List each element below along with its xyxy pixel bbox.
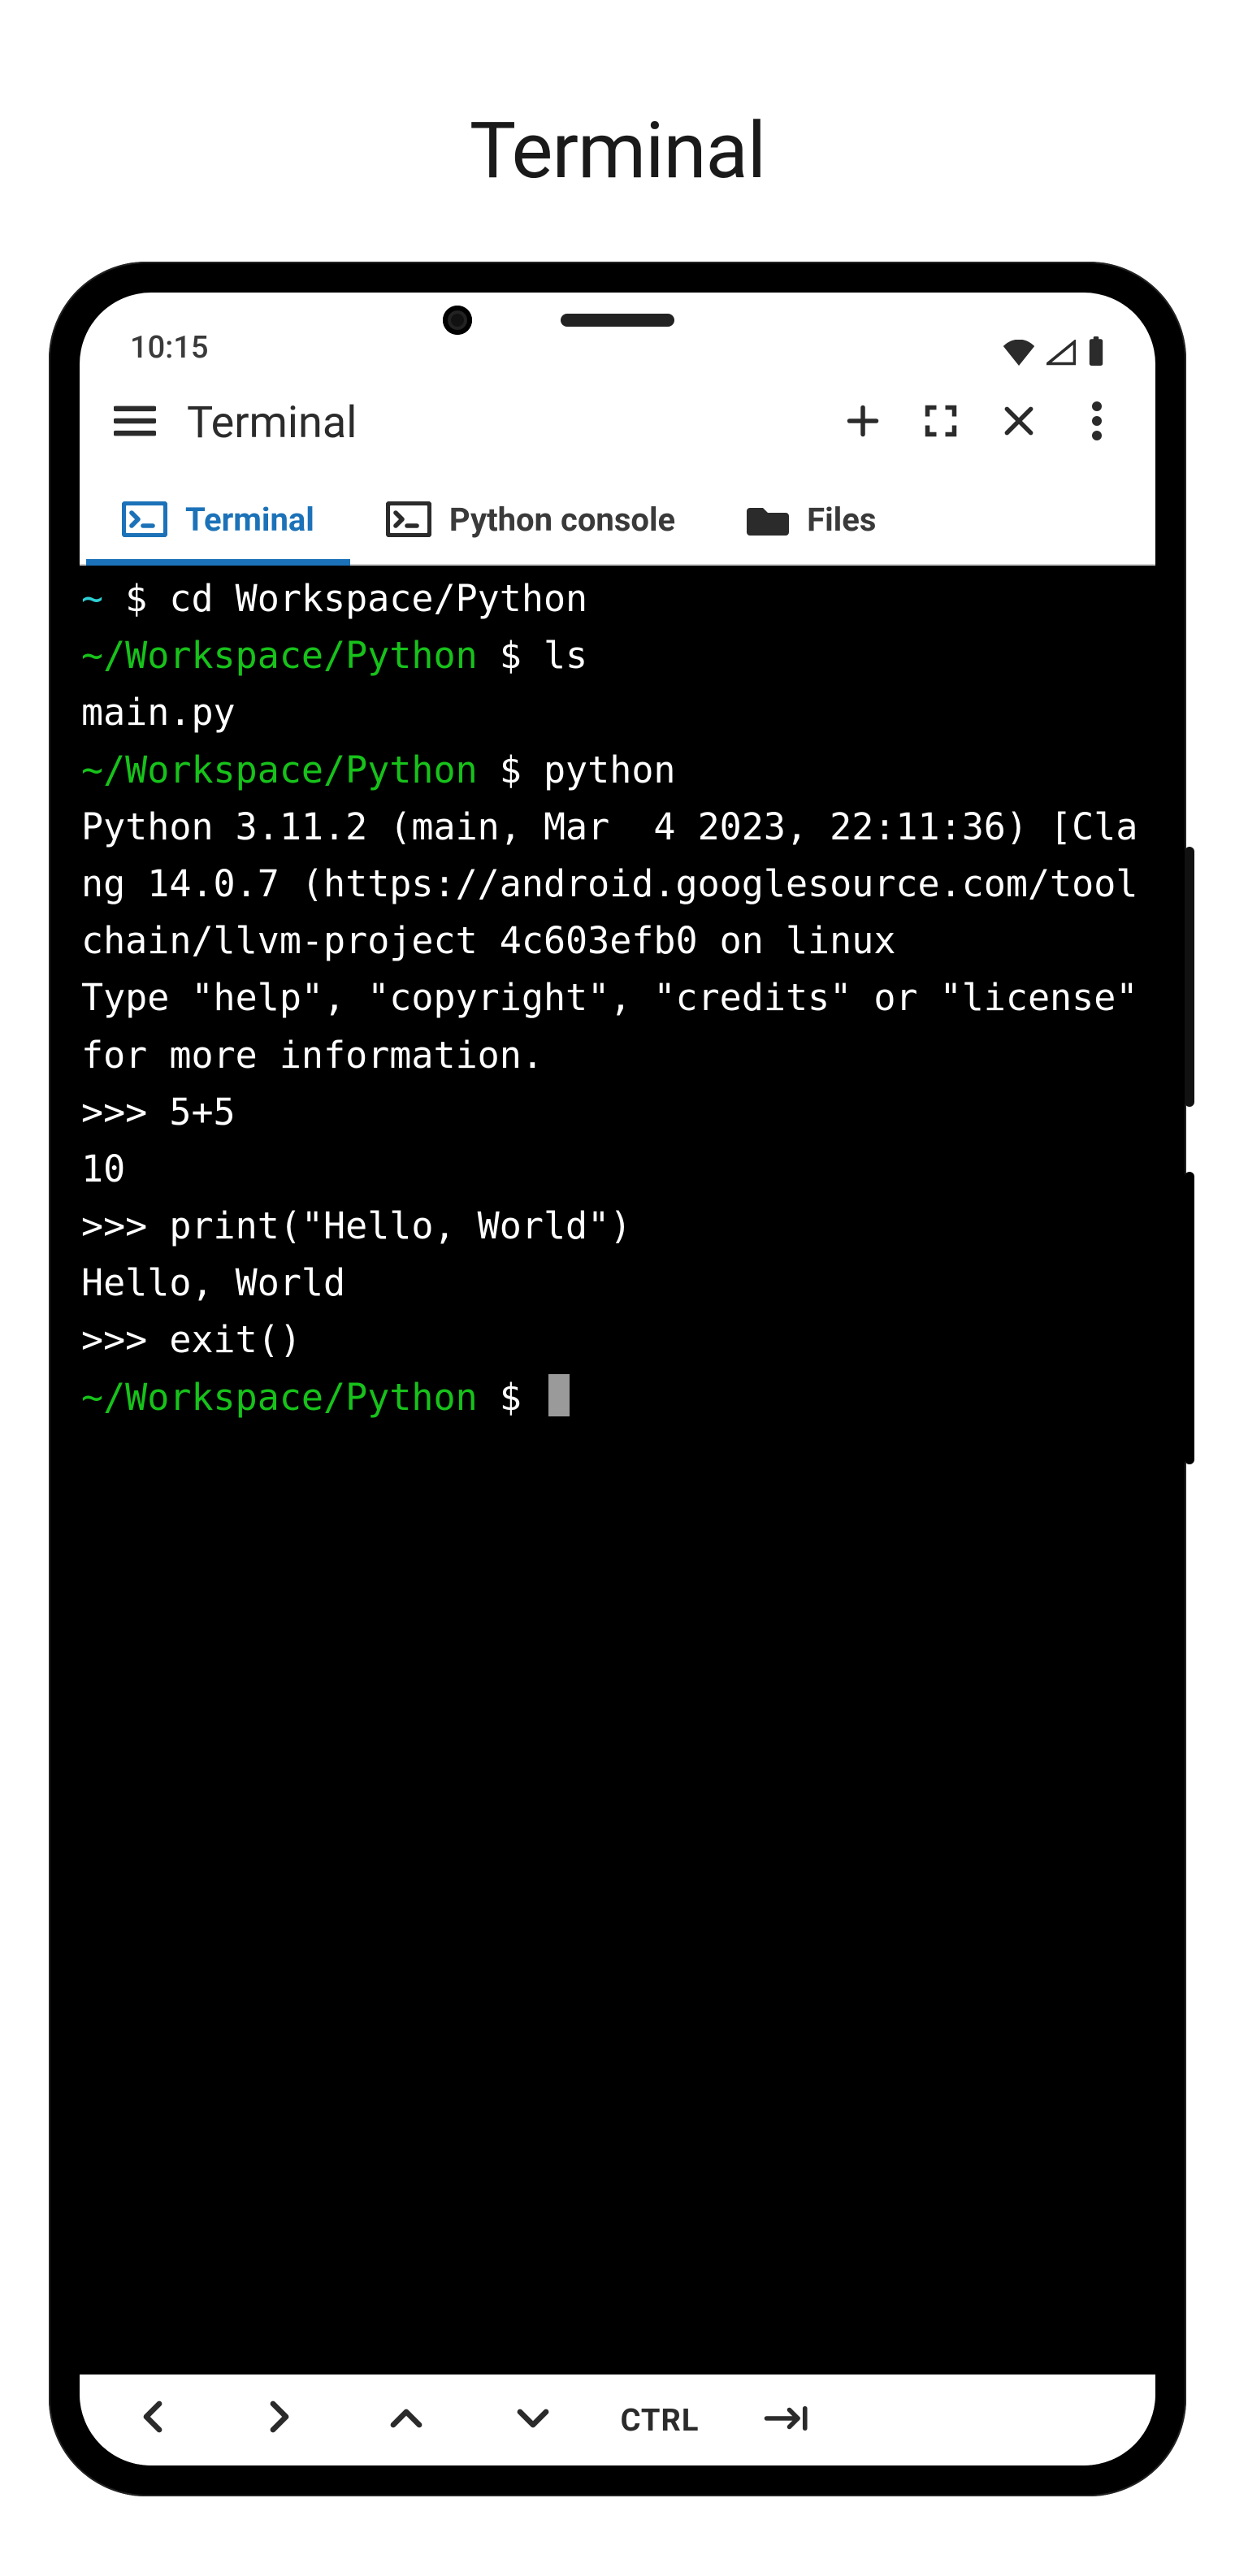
terminal-segment: >>> exit() bbox=[81, 1318, 301, 1361]
terminal-line: ~/Workspace/Python $ python bbox=[81, 742, 1154, 799]
terminal-segment: main.py bbox=[81, 691, 236, 734]
fullscreen-button[interactable] bbox=[902, 384, 980, 462]
terminal-line: ~/Workspace/Python $ ls bbox=[81, 627, 1154, 684]
terminal-segment: >>> print("Hello, World") bbox=[81, 1204, 631, 1247]
phone-speaker bbox=[561, 314, 674, 327]
plus-icon bbox=[845, 403, 881, 442]
phone-power-button bbox=[1185, 1172, 1194, 1464]
key-left[interactable] bbox=[91, 2382, 214, 2460]
terminal-line: >>> exit() bbox=[81, 1312, 1154, 1368]
key-down[interactable] bbox=[471, 2382, 595, 2460]
terminal-segment: Python 3.11.2 (main, Mar 4 2023, 22:11:3… bbox=[81, 805, 1138, 962]
tab-bar: Terminal Python console Files bbox=[80, 475, 1155, 566]
fullscreen-icon bbox=[923, 403, 959, 442]
terminal-segment: $ python bbox=[478, 748, 676, 791]
key-tab[interactable] bbox=[725, 2382, 848, 2460]
tab-label: Terminal bbox=[185, 501, 314, 539]
key-right[interactable] bbox=[218, 2382, 341, 2460]
terminal-segment: >>> 5+5 bbox=[81, 1091, 236, 1134]
terminal-segment: ~/Workspace/Python bbox=[81, 748, 478, 791]
terminal-segment: $ bbox=[478, 1376, 544, 1419]
terminal-segment: $ ls bbox=[478, 634, 587, 677]
terminal-line: ~ $ cd Workspace/Python bbox=[81, 570, 1154, 627]
new-tab-button[interactable] bbox=[824, 384, 902, 462]
signal-icon bbox=[1046, 340, 1076, 366]
close-button[interactable] bbox=[980, 384, 1058, 462]
page-heading: Terminal bbox=[0, 106, 1235, 197]
phone-volume-button bbox=[1185, 847, 1194, 1107]
extra-keys-row: CTRL bbox=[80, 2374, 1155, 2465]
terminal-segment: ~/Workspace/Python bbox=[81, 1376, 478, 1419]
chevron-down-icon bbox=[517, 2401, 549, 2439]
tab-arrow-icon bbox=[764, 2401, 809, 2439]
terminal-segment: Type "help", "copyright", "credits" or "… bbox=[81, 976, 1155, 1076]
terminal-output[interactable]: ~ $ cd Workspace/Python~/Workspace/Pytho… bbox=[80, 566, 1155, 2374]
terminal-line: ~/Workspace/Python $ bbox=[81, 1369, 1154, 1426]
status-bar: 10:15 bbox=[80, 293, 1155, 371]
phone-frame: 10:15 bbox=[49, 262, 1186, 2496]
status-icons bbox=[1003, 336, 1105, 366]
terminal-line: >>> 5+5 bbox=[81, 1084, 1154, 1141]
terminal-icon bbox=[386, 501, 431, 537]
terminal-line: Hello, World bbox=[81, 1255, 1154, 1312]
menu-button[interactable] bbox=[96, 384, 174, 462]
tab-terminal[interactable]: Terminal bbox=[86, 475, 350, 564]
terminal-line: >>> print("Hello, World") bbox=[81, 1198, 1154, 1255]
terminal-segment: ~/Workspace/Python bbox=[81, 634, 478, 677]
key-up[interactable] bbox=[344, 2382, 468, 2460]
terminal-line: Type "help", "copyright", "credits" or "… bbox=[81, 969, 1154, 1083]
key-ctrl-label: CTRL bbox=[621, 2403, 700, 2439]
terminal-icon bbox=[122, 501, 167, 537]
hamburger-icon bbox=[114, 405, 156, 440]
tab-label: Python console bbox=[449, 501, 675, 539]
terminal-line: main.py bbox=[81, 684, 1154, 741]
folder-icon bbox=[747, 501, 789, 537]
phone-camera bbox=[443, 306, 472, 335]
tab-label: Files bbox=[807, 501, 876, 539]
tab-files[interactable]: Files bbox=[711, 475, 912, 564]
terminal-line: 10 bbox=[81, 1141, 1154, 1198]
chevron-up-icon bbox=[390, 2401, 422, 2439]
overflow-button[interactable] bbox=[1058, 384, 1136, 462]
battery-icon bbox=[1087, 336, 1105, 366]
chevron-right-icon bbox=[266, 2400, 292, 2441]
tab-python-console[interactable]: Python console bbox=[350, 475, 711, 564]
terminal-cursor bbox=[548, 1374, 570, 1416]
key-ctrl[interactable]: CTRL bbox=[598, 2382, 722, 2460]
app-bar: Terminal bbox=[80, 371, 1155, 475]
terminal-segment: Hello, World bbox=[81, 1261, 345, 1304]
terminal-segment: 10 bbox=[81, 1147, 125, 1190]
more-vert-icon bbox=[1092, 401, 1102, 444]
status-time: 10:15 bbox=[130, 330, 208, 366]
chevron-left-icon bbox=[140, 2400, 166, 2441]
terminal-segment: $ cd Workspace/Python bbox=[103, 577, 587, 620]
terminal-line: Python 3.11.2 (main, Mar 4 2023, 22:11:3… bbox=[81, 799, 1154, 970]
screen: 10:15 bbox=[80, 293, 1155, 2465]
wifi-icon bbox=[1003, 340, 1035, 366]
app-title: Terminal bbox=[180, 397, 817, 449]
close-icon bbox=[1001, 403, 1037, 442]
terminal-segment: ~ bbox=[81, 577, 103, 620]
